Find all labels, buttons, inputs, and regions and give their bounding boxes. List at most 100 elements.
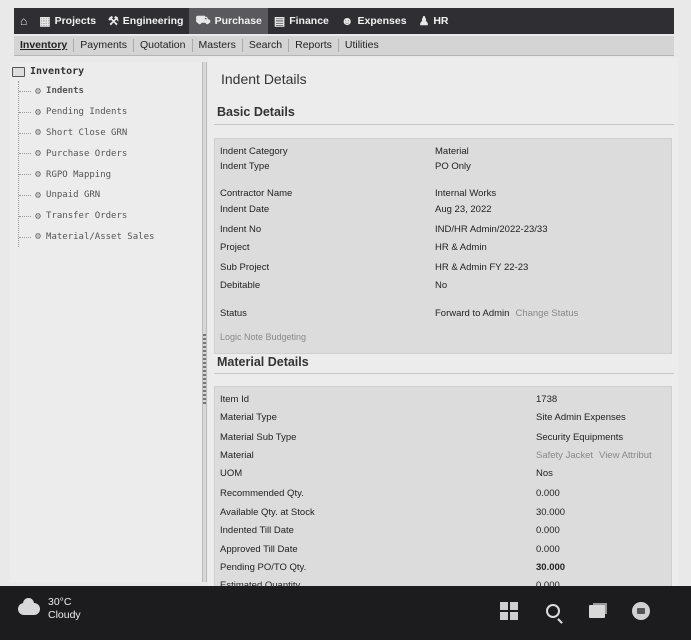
- status-value-group: Forward to Admin Change Status: [435, 308, 578, 319]
- field-value: PO Only: [435, 160, 471, 172]
- field-label: Recommended Qty.: [220, 487, 304, 499]
- field-value: 0.000: [536, 488, 560, 499]
- field-value-text: 30.000: [536, 561, 566, 573]
- topnav-label: Finance: [289, 15, 329, 27]
- field-label: Contractor Name: [220, 187, 293, 199]
- field-label: Material: [220, 449, 254, 461]
- topnav-label: Purchase: [214, 15, 262, 27]
- change-status-link[interactable]: Change Status: [515, 308, 578, 319]
- finance-icon: ▤: [273, 14, 286, 28]
- sidebar-item-label: Indents: [46, 86, 84, 97]
- basic-details-title: Basic Details: [217, 105, 295, 119]
- topnav-item-expenses[interactable]: ☻ Expenses: [335, 8, 413, 34]
- field-value-text: 0.000: [536, 524, 560, 536]
- taskbar-icons: [498, 600, 652, 622]
- field-value: Security Equipments: [536, 432, 623, 443]
- topnav-label: Engineering: [122, 15, 184, 27]
- hr-icon: ♟: [418, 14, 430, 28]
- windows-start-icon[interactable]: [498, 600, 520, 622]
- basic-detail-row: Indent Type PO Only: [220, 158, 671, 174]
- sidebar-item-label: Short Close GRN: [46, 127, 128, 138]
- basic-detail-row: Indent Date Aug 23, 2022: [220, 201, 671, 217]
- material-detail-row: Recommended Qty. 0.000: [220, 485, 671, 501]
- sidebar-root-inventory[interactable]: Inventory: [10, 62, 202, 77]
- field-value-text: 0.000: [536, 487, 560, 499]
- subnav-masters[interactable]: Masters: [193, 39, 243, 52]
- sidebar-item-label: Unpaid GRN: [46, 190, 101, 201]
- material-details-title: Material Details: [217, 355, 309, 369]
- field-label: Sub Project: [220, 261, 270, 273]
- sidebar-item-material-asset-sales[interactable]: ⚙ Material/Asset Sales: [19, 227, 202, 248]
- field-label: Available Qty. at Stock: [220, 506, 315, 518]
- status-label: Status: [220, 307, 247, 319]
- basic-detail-row: Debitable No: [220, 277, 671, 293]
- sidebar-item-purchase-orders[interactable]: ⚙ Purchase Orders: [19, 143, 202, 164]
- field-label: Indented Till Date: [220, 524, 294, 536]
- material-detail-row: UOM Nos: [220, 465, 671, 481]
- subnav-inventory[interactable]: Inventory: [14, 39, 75, 52]
- subnav-payments[interactable]: Payments: [74, 39, 134, 52]
- material-detail-row: Indented Till Date 0.000: [220, 522, 671, 538]
- purchase-icon: ⛟: [195, 13, 211, 27]
- sidebar-item-short-close-grn[interactable]: ⚙ Short Close GRN: [19, 123, 202, 144]
- pane-splitter[interactable]: [202, 62, 207, 582]
- field-value-text[interactable]: Safety Jacket: [536, 450, 593, 461]
- logic-note-budgeting-link[interactable]: Logic Note Budgeting: [220, 332, 306, 342]
- material-detail-row: Approved Till Date 0.000: [220, 541, 671, 557]
- main-content: Indent Details Basic Details Status Forw…: [208, 58, 678, 596]
- sidebar-item-label: Purchase Orders: [46, 148, 128, 159]
- search-icon[interactable]: [542, 600, 564, 622]
- topnav-item-purchase[interactable]: ⛟ Purchase: [189, 8, 268, 34]
- weather-widget[interactable]: 30°C Cloudy: [18, 596, 81, 622]
- sidebar-item-rgpo-mapping[interactable]: ⚙ RGPO Mapping: [19, 164, 202, 185]
- topnav-label: HR: [433, 15, 449, 27]
- field-label: Approved Till Date: [220, 543, 298, 555]
- home-icon: ⌂: [20, 14, 28, 28]
- section-divider: [214, 373, 674, 374]
- sidebar-item-unpaid-grn[interactable]: ⚙ Unpaid GRN: [19, 185, 202, 206]
- subnav-utilities[interactable]: Utilities: [339, 39, 385, 52]
- field-value: 0.000: [536, 525, 560, 536]
- folder-icon: [12, 66, 25, 77]
- splitter-handle[interactable]: [203, 334, 206, 406]
- sidebar-item-transfer-orders[interactable]: ⚙ Transfer Orders: [19, 206, 202, 227]
- taskbar: 30°C Cloudy: [0, 586, 691, 640]
- gear-icon: ⚙: [35, 189, 42, 201]
- subnav-reports[interactable]: Reports: [289, 39, 339, 52]
- basic-details-panel: Status Forward to Admin Change Status Log…: [214, 138, 672, 354]
- gear-icon: ⚙: [35, 231, 42, 243]
- topnav-item-engineering[interactable]: ⚒ Engineering: [102, 8, 189, 34]
- sidebar-item-indents[interactable]: ⚙ Indents: [19, 81, 202, 102]
- topnav-item-finance[interactable]: ▤ Finance: [268, 8, 335, 34]
- gear-icon: ⚙: [35, 148, 42, 160]
- task-view-icon[interactable]: [586, 600, 608, 622]
- chat-icon[interactable]: [630, 600, 652, 622]
- field-value-text: Nos: [536, 467, 553, 479]
- gear-icon: ⚙: [35, 210, 42, 222]
- field-label: Indent Category: [220, 145, 288, 157]
- subnav-quotation[interactable]: Quotation: [134, 39, 193, 52]
- field-value: Site Admin Expenses: [536, 412, 626, 423]
- field-value: HR & Admin FY 22-23: [435, 261, 529, 273]
- subnav-search[interactable]: Search: [243, 39, 290, 52]
- field-value: IND/HR Admin/2022-23/33: [435, 223, 548, 235]
- field-value: 30.000: [536, 507, 565, 518]
- basic-detail-row: Sub Project HR & Admin FY 22-23: [220, 259, 671, 275]
- engineering-icon: ⚒: [108, 14, 119, 28]
- topnav-item-hr[interactable]: ♟ HR: [413, 8, 455, 34]
- sidebar-item-label: Transfer Orders: [46, 211, 128, 222]
- field-label: Debitable: [220, 279, 261, 291]
- sidebar-item-pending-indents[interactable]: ⚙ Pending Indents: [19, 102, 202, 123]
- topnav-item-home[interactable]: ⌂: [14, 8, 33, 34]
- sidebar-item-label: Pending Indents: [46, 107, 128, 118]
- field-value: Aug 23, 2022: [435, 203, 492, 215]
- view-attributes-link[interactable]: View Attribut: [599, 450, 652, 461]
- top-navigation-bar: ⌂ ▦ Projects ⚒ Engineering ⛟ Purchase ▤ Finance ☻…: [14, 8, 674, 34]
- field-label: Pending PO/TO Qty.: [220, 561, 307, 573]
- section-divider: [214, 124, 674, 125]
- expenses-icon: ☻: [340, 14, 354, 28]
- field-label: UOM: [220, 467, 243, 479]
- field-value: No: [435, 279, 448, 291]
- page-title: Indent Details: [221, 71, 307, 87]
- topnav-item-projects[interactable]: ▦ Projects: [33, 8, 102, 34]
